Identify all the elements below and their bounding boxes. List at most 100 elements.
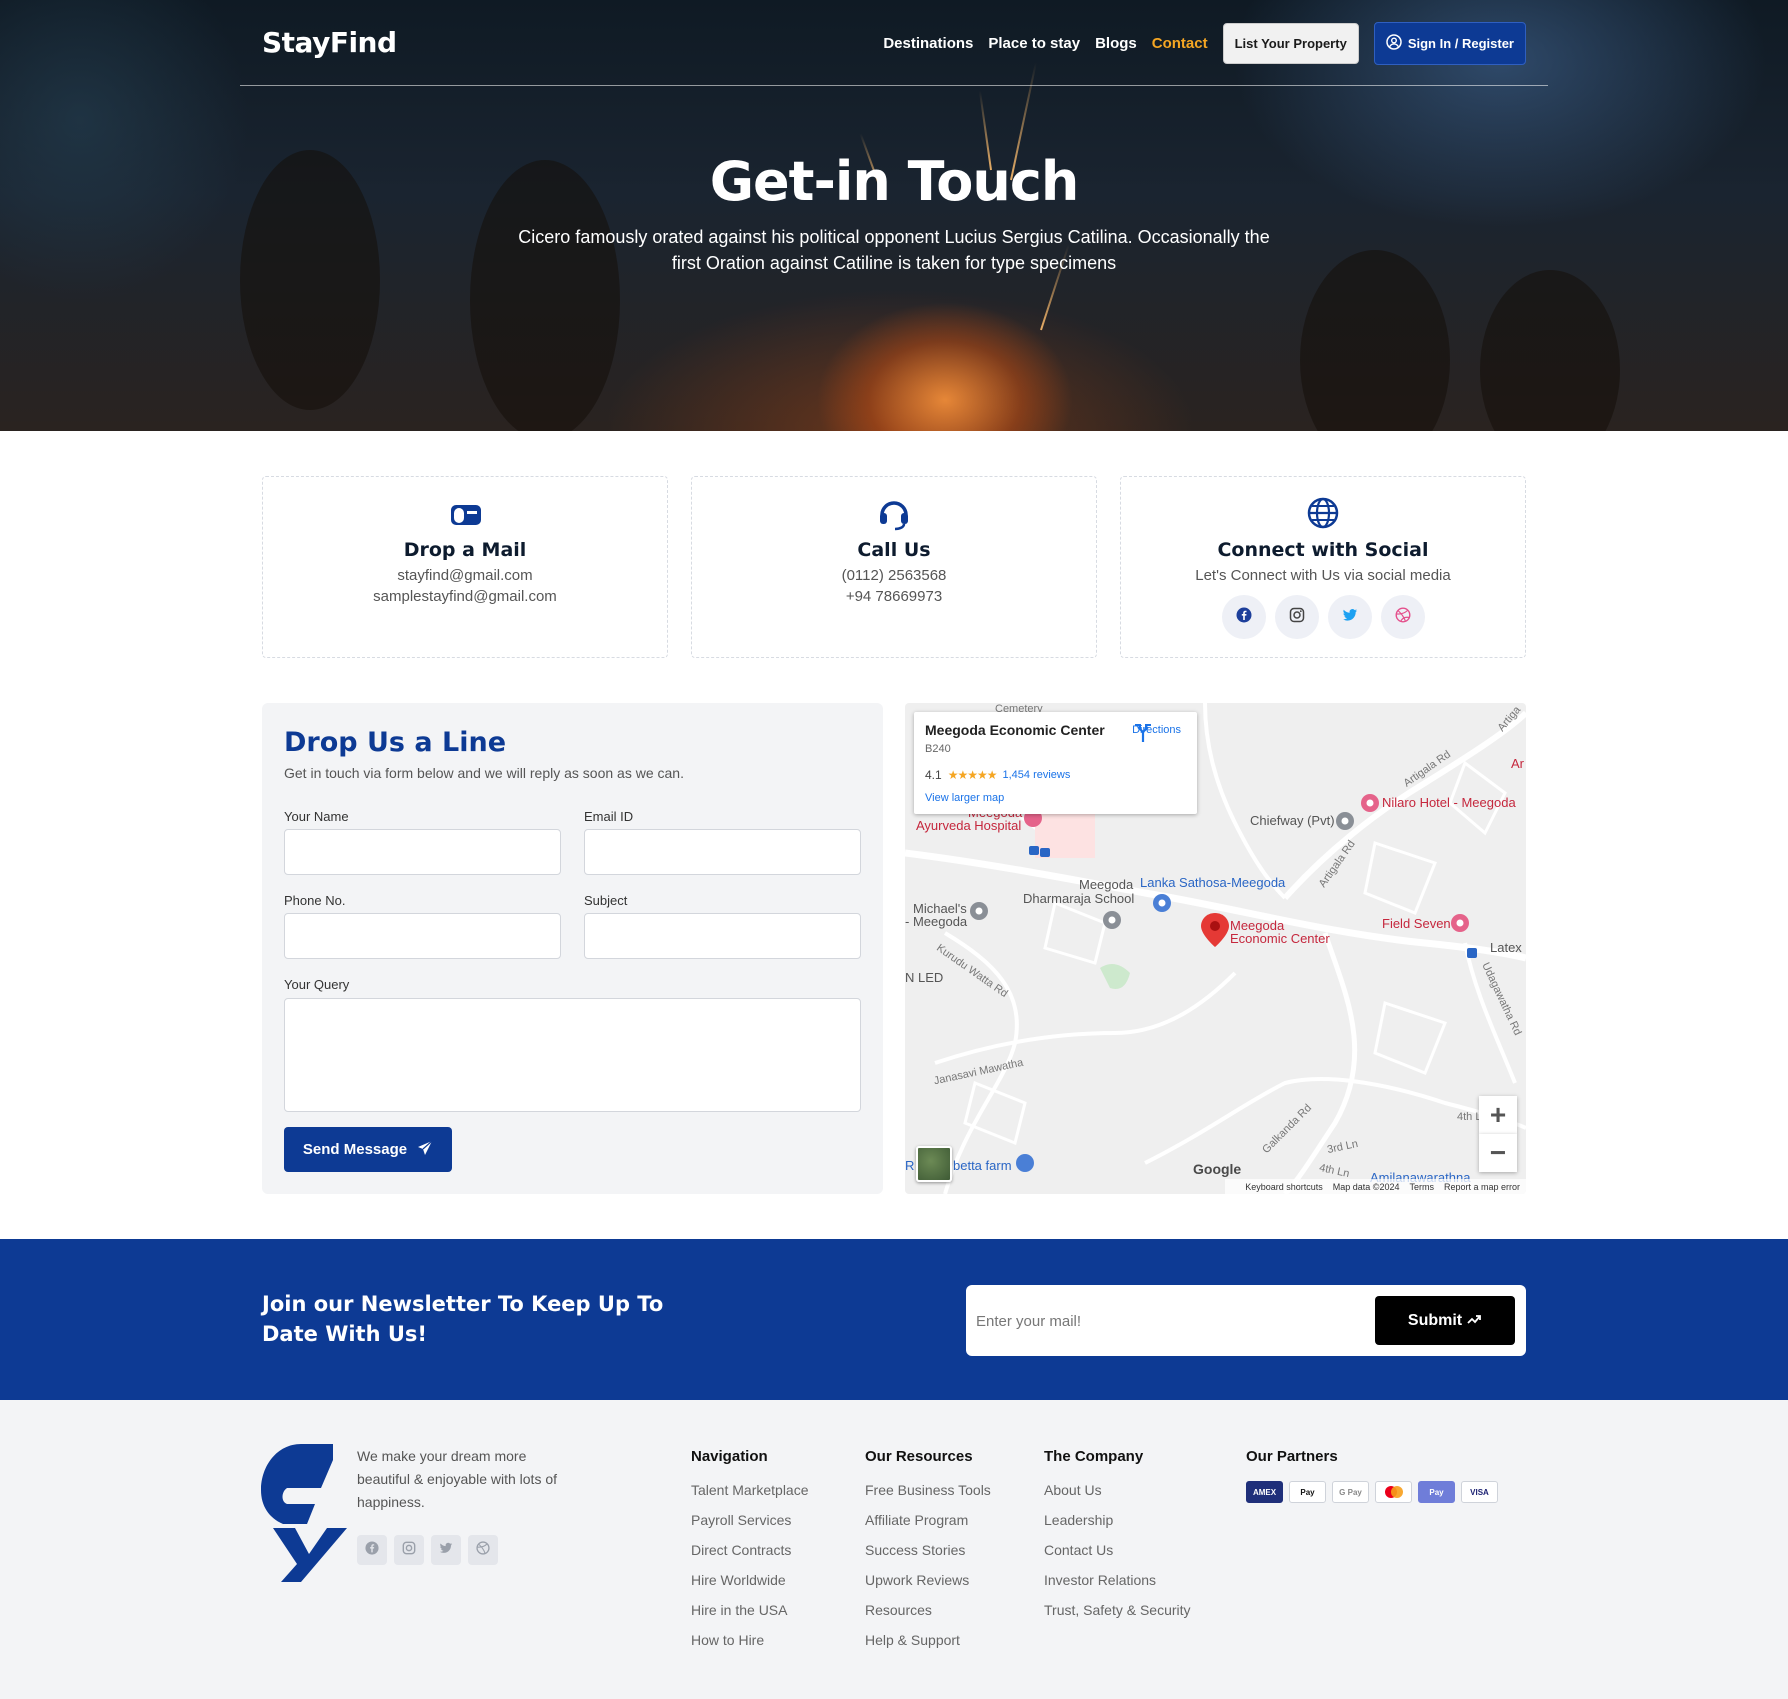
map-pin-michaels[interactable] — [970, 902, 988, 920]
footer-link[interactable]: How to Hire — [691, 1631, 809, 1661]
name-input[interactable] — [284, 829, 561, 875]
map-pin-betta-farm[interactable] — [1016, 1154, 1034, 1172]
mailbox-icon — [445, 493, 485, 533]
footer-link[interactable]: Leadership — [1044, 1511, 1191, 1541]
footer-link[interactable]: Success Stories — [865, 1541, 991, 1571]
map-pin-lanka-sathosa[interactable] — [1153, 894, 1171, 912]
footer-link[interactable]: About Us — [1044, 1481, 1191, 1511]
map-reviews-link[interactable]: 1,454 reviews — [1002, 769, 1070, 781]
footer-link[interactable]: Investor Relations — [1044, 1571, 1191, 1601]
map-data-text: Map data ©2024 — [1332, 1181, 1400, 1192]
paper-plane-icon — [417, 1140, 433, 1160]
map-label-nilaro: Nilaro Hotel - Meegoda — [1382, 795, 1516, 810]
footer-dribbble-button[interactable] — [468, 1535, 498, 1565]
map-label-school-2: Dharmaraja School — [1023, 891, 1135, 906]
view-larger-map-link[interactable]: View larger map — [925, 792, 1004, 804]
phone-input[interactable] — [284, 913, 561, 959]
footer-resources-title: Our Resources — [865, 1448, 973, 1465]
footer-link[interactable]: Payroll Services — [691, 1511, 809, 1541]
terms-link[interactable]: Terms — [1409, 1182, 1434, 1192]
map-pin-chiefway[interactable] — [1336, 812, 1354, 830]
twitter-button[interactable] — [1327, 595, 1372, 639]
map-label-chiefway: Chiefway (Pvt) — [1250, 813, 1335, 828]
send-message-label: Send Message — [302, 1141, 408, 1158]
map-pin-economic-center[interactable] — [1201, 913, 1229, 947]
nav-destinations[interactable]: Destinations — [883, 35, 973, 52]
footer-link[interactable]: Hire Worldwide — [691, 1571, 809, 1601]
hero-figure — [1300, 250, 1450, 431]
footer-link[interactable]: Free Business Tools — [865, 1481, 991, 1511]
email-secondary[interactable]: samplestayfind@gmail.com — [263, 588, 667, 605]
brand-logo[interactable]: StayFind — [262, 26, 397, 59]
footer-logo[interactable] — [261, 1444, 347, 1587]
footer-resources: Our Resources Free Business Tools Affili… — [865, 1448, 991, 1661]
mail-card: Drop a Mail stayfind@gmail.com samplesta… — [262, 476, 668, 658]
nav-contact[interactable]: Contact — [1152, 35, 1208, 52]
footer-link[interactable]: Direct Contracts — [691, 1541, 809, 1571]
top-navbar: StayFind Destinations Place to stay Blog… — [240, 0, 1548, 86]
footer-link[interactable]: Talent Marketplace — [691, 1481, 809, 1511]
social-card-title: Connect with Social — [1217, 539, 1429, 561]
newsletter-submit-button[interactable]: Submit — [1375, 1296, 1515, 1345]
map-rating-value: 4.1 — [925, 768, 942, 782]
sign-in-register-button[interactable]: Sign In / Register — [1373, 22, 1526, 65]
twitter-icon — [1342, 607, 1358, 628]
map-label-school-1: Meegoda — [1079, 877, 1134, 892]
phone-primary[interactable]: (0112) 2563568 — [692, 567, 1096, 584]
report-map-error-link[interactable]: Report a map error — [1444, 1182, 1520, 1192]
map-label-led: N LED — [905, 970, 944, 985]
map-place-card: Meegoda Economic Center B240 4.1 ★★★★★ 1… — [914, 712, 1197, 814]
map-pin-field-seven[interactable] — [1451, 914, 1469, 932]
instagram-icon — [1289, 607, 1305, 628]
footer-link[interactable]: Upwork Reviews — [865, 1571, 991, 1601]
footer-partners: Our Partners AMEX Pay G Pay Pay VISA — [1246, 1448, 1498, 1503]
send-message-button[interactable]: Send Message — [284, 1127, 452, 1172]
sign-in-label: Sign In / Register — [1407, 36, 1514, 51]
map-place-code: B240 — [925, 743, 951, 755]
footer-facebook-button[interactable] — [357, 1535, 387, 1565]
footer-link[interactable]: Trust, Safety & Security — [1044, 1601, 1191, 1631]
user-circle-icon — [1386, 34, 1402, 53]
zoom-out-button[interactable]: − — [1479, 1134, 1517, 1172]
apple-pay-icon: Pay — [1289, 1481, 1326, 1503]
footer-link[interactable]: Hire in the USA — [691, 1601, 809, 1631]
nav-blogs[interactable]: Blogs — [1095, 35, 1137, 52]
footer-link[interactable]: Resources — [865, 1601, 991, 1631]
nav-place-to-stay[interactable]: Place to stay — [988, 35, 1080, 52]
visa-label: VISA — [1470, 1487, 1489, 1497]
footer-link[interactable]: Contact Us — [1044, 1541, 1191, 1571]
footer-link[interactable]: Affiliate Program — [865, 1511, 991, 1541]
amazon-pay-label: Pay — [1429, 1487, 1444, 1497]
newsletter-title: Join our Newsletter To Keep Up To Date W… — [262, 1292, 664, 1346]
newsletter-email-input[interactable] — [976, 1299, 1356, 1343]
footer-navigation: Navigation Talent Marketplace Payroll Se… — [691, 1448, 809, 1661]
contact-form: Drop Us a Line Get in touch via form bel… — [262, 703, 883, 1194]
map-label-michaels-2: - Meegoda — [905, 914, 968, 929]
instagram-button[interactable] — [1274, 595, 1319, 639]
phone-secondary[interactable]: +94 78669973 — [692, 588, 1096, 605]
email-input[interactable] — [584, 829, 861, 875]
email-primary[interactable]: stayfind@gmail.com — [263, 567, 667, 584]
list-property-button[interactable]: List Your Property — [1222, 23, 1359, 64]
footer-twitter-button[interactable] — [431, 1535, 461, 1565]
footer-instagram-button[interactable] — [394, 1535, 424, 1565]
facebook-button[interactable] — [1221, 595, 1266, 639]
bus-stop-icon — [1029, 846, 1039, 855]
map-pin-nilaro-hotel[interactable] — [1361, 794, 1379, 812]
dribbble-button[interactable] — [1380, 595, 1425, 639]
subject-input[interactable] — [584, 913, 861, 959]
newsletter-submit-label: Submit — [1407, 1311, 1463, 1329]
site-footer: We make your dream more beautiful & enjo… — [0, 1400, 1788, 1699]
zoom-in-button[interactable]: + — [1479, 1096, 1517, 1134]
query-textarea[interactable] — [284, 998, 861, 1112]
satellite-toggle[interactable] — [916, 1146, 952, 1182]
map-pin-dharmaraja-school[interactable] — [1103, 911, 1121, 929]
bus-stop-icon — [1467, 948, 1477, 958]
form-description: Get in touch via form below and we will … — [284, 765, 684, 781]
google-logo: Google — [1193, 1161, 1242, 1177]
footer-link[interactable]: Help & Support — [865, 1631, 991, 1661]
map-embed[interactable]: Nilaro Hotel - Meegoda Chiefway (Pvt) La… — [905, 703, 1526, 1194]
visa-icon: VISA — [1461, 1481, 1498, 1503]
keyboard-shortcuts-link[interactable]: Keyboard shortcuts — [1245, 1182, 1323, 1192]
directions-button[interactable]: Directions — [1132, 722, 1181, 742]
